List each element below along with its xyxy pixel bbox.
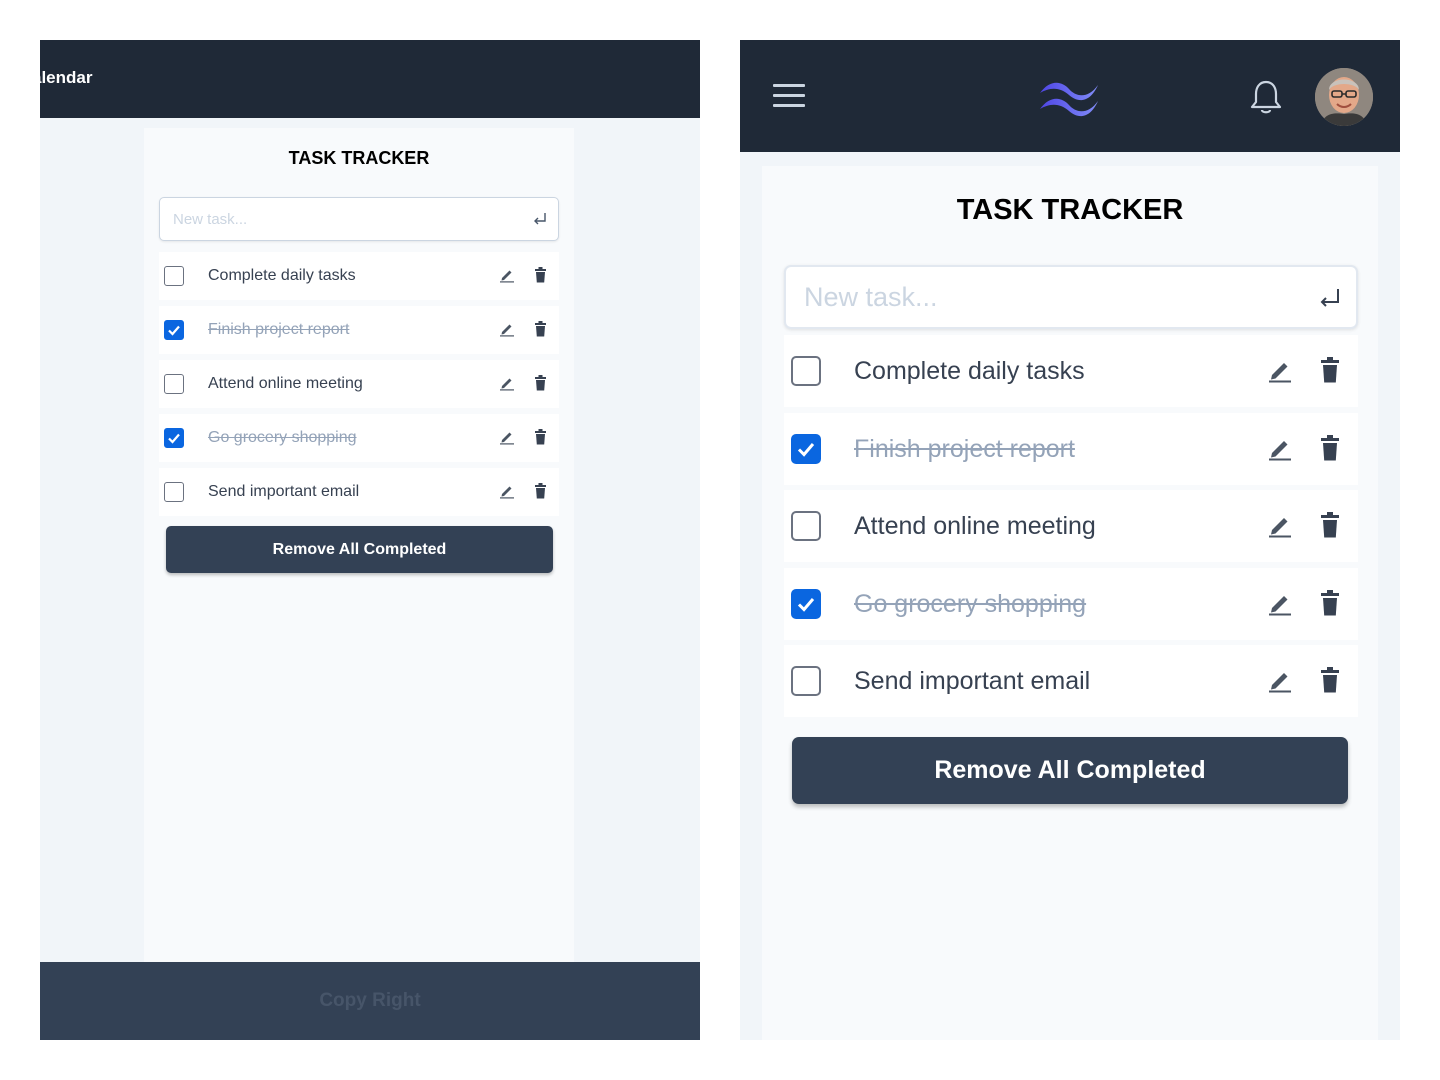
task-checkbox[interactable] bbox=[791, 511, 821, 541]
pencil-icon[interactable] bbox=[499, 429, 515, 445]
task-item-4: Send important email bbox=[784, 645, 1358, 717]
trash-icon[interactable] bbox=[534, 375, 547, 391]
pencil-icon[interactable] bbox=[499, 483, 515, 499]
trash-icon[interactable] bbox=[534, 267, 547, 283]
task-label: Send important email bbox=[208, 483, 360, 500]
enter-return-icon[interactable] bbox=[1318, 287, 1342, 309]
tailwind-logo-icon[interactable] bbox=[1036, 75, 1102, 117]
enter-return-icon[interactable] bbox=[532, 210, 548, 226]
checkmark-icon bbox=[168, 325, 180, 336]
footer: Copy Right bbox=[40, 962, 700, 1040]
task-label: Complete daily tasks bbox=[208, 267, 356, 284]
task-checkbox[interactable] bbox=[791, 356, 821, 386]
avatar-portrait bbox=[1315, 68, 1373, 126]
task-label: Attend online meeting bbox=[854, 512, 1096, 540]
task-item-0: Complete daily tasks bbox=[159, 252, 559, 300]
pencil-icon[interactable] bbox=[1267, 512, 1293, 538]
top-navbar bbox=[740, 40, 1400, 152]
task-label: Go grocery shopping bbox=[208, 429, 357, 446]
task-checkbox-checked[interactable] bbox=[164, 428, 184, 448]
task-label: Attend online meeting bbox=[208, 375, 363, 392]
trash-icon[interactable] bbox=[534, 483, 547, 499]
task-checkbox-checked[interactable] bbox=[791, 434, 821, 464]
task-label: Finish project report bbox=[854, 435, 1075, 463]
right-screenshot-panel: TASK TRACKER Complete daily tasks Finish… bbox=[740, 40, 1400, 1040]
task-checkbox[interactable] bbox=[791, 666, 821, 696]
hamburger-menu-icon[interactable] bbox=[773, 84, 805, 108]
trash-icon[interactable] bbox=[1320, 667, 1340, 693]
checkmark-icon bbox=[797, 598, 815, 612]
trash-icon[interactable] bbox=[1320, 357, 1340, 383]
task-label: Send important email bbox=[854, 667, 1091, 695]
pencil-icon[interactable] bbox=[1267, 435, 1293, 461]
new-task-input[interactable] bbox=[804, 267, 1284, 327]
task-item-1: Finish project report bbox=[784, 413, 1358, 485]
footer-copyright: Copy Right bbox=[319, 990, 421, 1011]
nav-link-calendar[interactable]: alendar bbox=[40, 68, 92, 88]
task-item-3: Go grocery shopping bbox=[784, 568, 1358, 640]
user-avatar[interactable] bbox=[1315, 68, 1373, 126]
pencil-icon[interactable] bbox=[1267, 667, 1293, 693]
trash-icon[interactable] bbox=[1320, 590, 1340, 616]
checkmark-icon bbox=[797, 443, 815, 457]
new-task-field[interactable] bbox=[159, 197, 559, 241]
remove-all-completed-button[interactable]: Remove All Completed bbox=[792, 737, 1348, 804]
task-item-1: Finish project report bbox=[159, 306, 559, 354]
page-title: TASK TRACKER bbox=[956, 194, 1184, 226]
new-task-field[interactable] bbox=[784, 265, 1358, 329]
task-item-0: Complete daily tasks bbox=[784, 335, 1358, 407]
pencil-icon[interactable] bbox=[499, 321, 515, 337]
task-label: Go grocery shopping bbox=[854, 590, 1087, 618]
task-item-2: Attend online meeting bbox=[784, 490, 1358, 562]
new-task-input[interactable] bbox=[173, 198, 513, 240]
checkmark-icon bbox=[168, 433, 180, 444]
pencil-icon[interactable] bbox=[1267, 590, 1293, 616]
page-title: TASK TRACKER bbox=[288, 148, 430, 168]
trash-icon[interactable] bbox=[1320, 512, 1340, 538]
task-label: Finish project report bbox=[208, 321, 350, 338]
pencil-icon[interactable] bbox=[499, 375, 515, 391]
trash-icon[interactable] bbox=[1320, 435, 1340, 461]
left-screenshot-panel: alendar TASK TRACKER Complete daily task… bbox=[40, 40, 700, 1040]
bell-icon[interactable] bbox=[1247, 78, 1285, 116]
task-checkbox-checked[interactable] bbox=[164, 320, 184, 340]
task-label: Complete daily tasks bbox=[854, 357, 1085, 385]
task-item-2: Attend online meeting bbox=[159, 360, 559, 408]
task-tracker-card: TASK TRACKER Complete daily tasks Finish… bbox=[144, 128, 574, 962]
task-checkbox-checked[interactable] bbox=[791, 589, 821, 619]
task-item-3: Go grocery shopping bbox=[159, 414, 559, 462]
task-tracker-card: TASK TRACKER Complete daily tasks Finish… bbox=[762, 166, 1378, 1040]
task-checkbox[interactable] bbox=[164, 482, 184, 502]
task-item-4: Send important email bbox=[159, 468, 559, 516]
top-navbar: alendar bbox=[40, 40, 700, 118]
remove-all-completed-button[interactable]: Remove All Completed bbox=[166, 526, 553, 573]
trash-icon[interactable] bbox=[534, 321, 547, 337]
task-checkbox[interactable] bbox=[164, 374, 184, 394]
pencil-icon[interactable] bbox=[499, 267, 515, 283]
pencil-icon[interactable] bbox=[1267, 357, 1293, 383]
trash-icon[interactable] bbox=[534, 429, 547, 445]
task-checkbox[interactable] bbox=[164, 266, 184, 286]
